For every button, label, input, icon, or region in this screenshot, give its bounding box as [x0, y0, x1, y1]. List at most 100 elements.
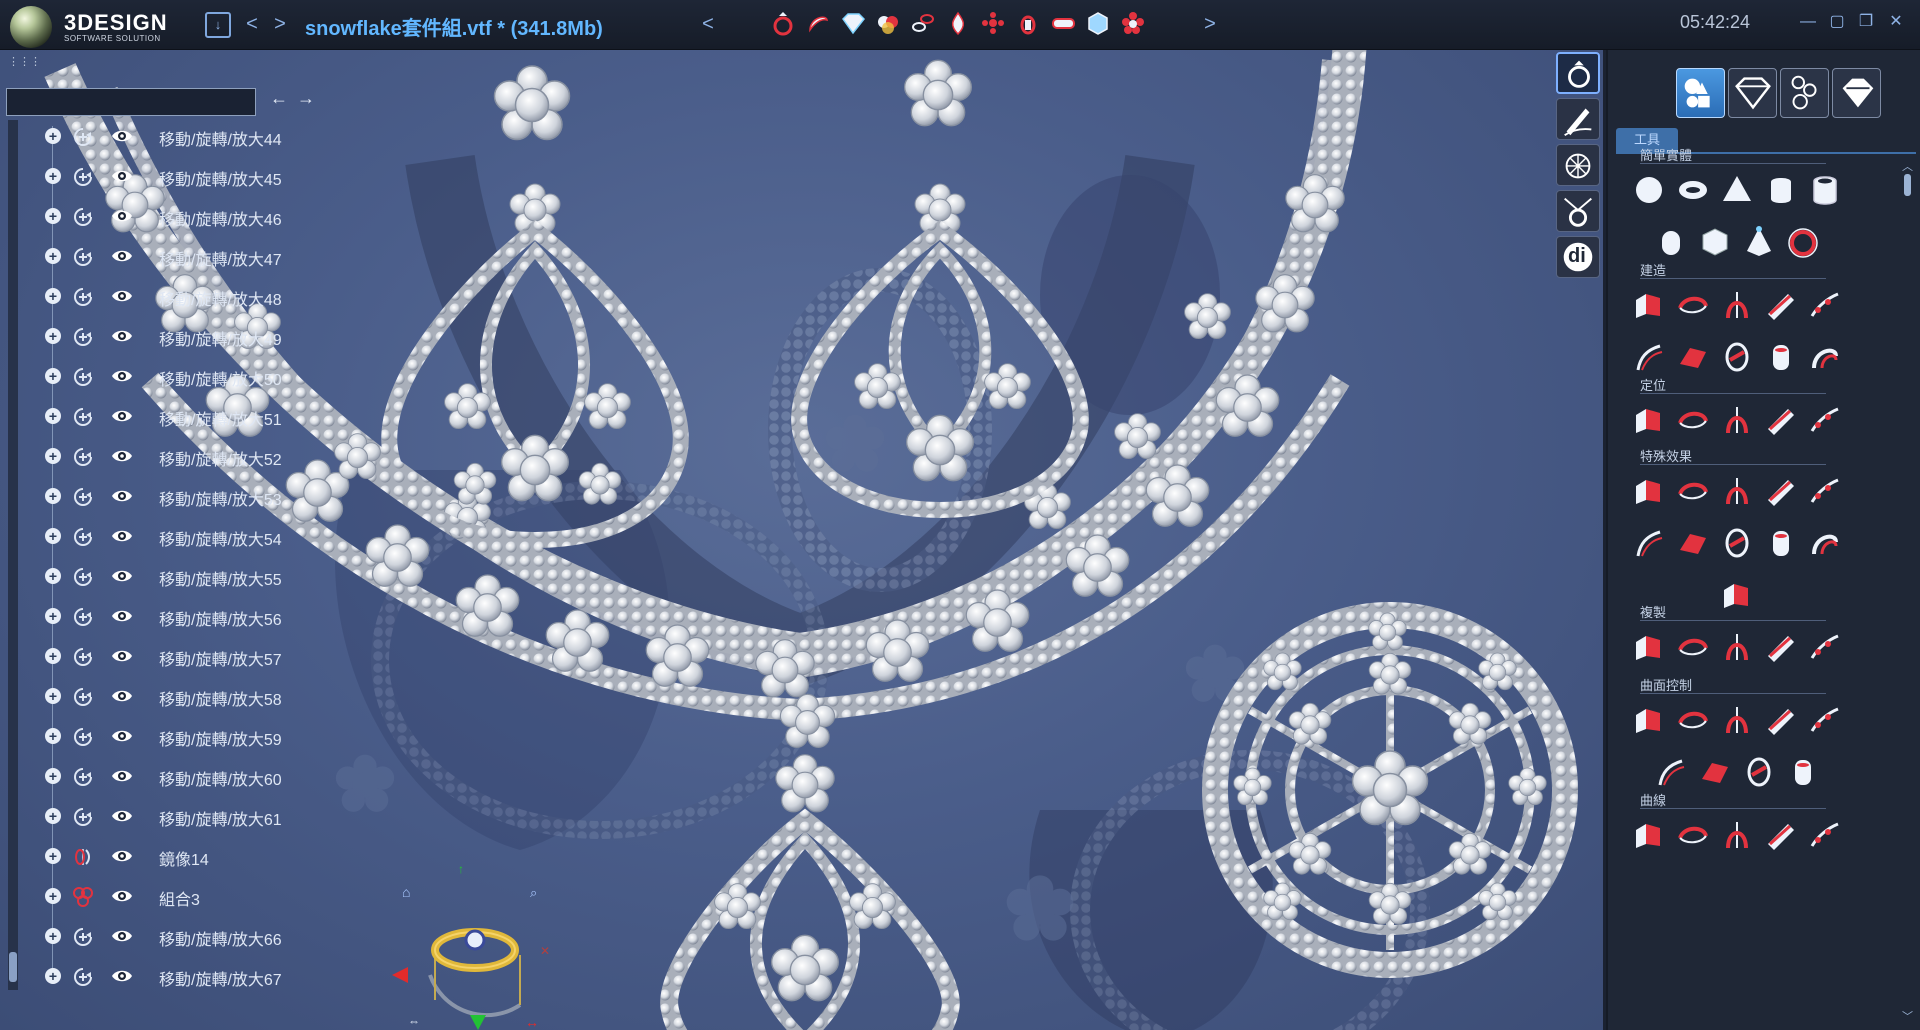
tree-row[interactable]: + 移動/旋轉/放大61 [0, 796, 300, 836]
cluster-icon[interactable] [980, 10, 1007, 37]
visibility-eye-icon[interactable] [111, 527, 133, 545]
align-gem-tool[interactable] [1720, 403, 1754, 437]
bend-tool[interactable] [1808, 474, 1842, 508]
visibility-eye-icon[interactable] [111, 567, 133, 585]
expand-icon[interactable]: + [45, 968, 61, 984]
tree-row[interactable]: + 移動/旋轉/放大47 [0, 236, 300, 276]
undo-back-button[interactable]: < [244, 12, 260, 36]
revolve-tool[interactable] [1720, 288, 1754, 322]
tree-row[interactable]: + 移動/旋轉/放大59 [0, 716, 300, 756]
expand-icon[interactable]: + [45, 288, 61, 304]
expand-icon[interactable]: + [45, 688, 61, 704]
scoop-tool[interactable] [1676, 703, 1710, 737]
visibility-eye-icon[interactable] [111, 927, 133, 945]
cylinder-tool[interactable] [1764, 173, 1798, 207]
transform-gizmo[interactable]: ⇔ ↔ ⌂ ⌕ ↑ ✕ [390, 855, 560, 1030]
box-icon[interactable] [1085, 10, 1112, 37]
gem-setting-tab[interactable] [1832, 68, 1881, 118]
grid-menu-icon[interactable]: ⋮⋮⋮ [8, 55, 41, 68]
tree-row[interactable]: + 移動/旋轉/放大60 [0, 756, 300, 796]
curve-sweep-tool[interactable] [1632, 340, 1666, 374]
multi-rail-tool[interactable] [1808, 288, 1842, 322]
line-array-tool[interactable] [1808, 630, 1842, 664]
visibility-eye-icon[interactable] [111, 807, 133, 825]
redo-forward-button[interactable]: > [272, 12, 288, 36]
align-view-tool[interactable] [1720, 578, 1754, 612]
pattern-box-tool[interactable] [1676, 474, 1710, 508]
expand-icon[interactable]: + [45, 848, 61, 864]
expand-icon[interactable]: + [45, 928, 61, 944]
sphere-tool[interactable] [1632, 173, 1666, 207]
visibility-eye-icon[interactable] [111, 247, 133, 265]
visibility-eye-icon[interactable] [111, 887, 133, 905]
grid-array-tool[interactable] [1720, 630, 1754, 664]
ring-icon[interactable] [770, 10, 797, 37]
visibility-eye-icon[interactable] [111, 167, 133, 185]
box-c-tool[interactable] [1808, 703, 1842, 737]
expand-icon[interactable]: + [45, 488, 61, 504]
sketch-mode-button[interactable] [1556, 98, 1600, 140]
tree-row[interactable]: + 移動/旋轉/放大46 [0, 196, 300, 236]
move-tool[interactable] [1632, 403, 1666, 437]
expand-icon[interactable]: + [45, 368, 61, 384]
tree-row[interactable]: + 移動/旋轉/放大44 [0, 116, 300, 156]
visibility-eye-icon[interactable] [111, 407, 133, 425]
expand-icon[interactable]: + [45, 728, 61, 744]
tube-tool[interactable] [1808, 173, 1842, 207]
loft-tool[interactable] [1764, 288, 1798, 322]
tree-row[interactable]: + 移動/旋轉/放大51 [0, 396, 300, 436]
tree-forward-button[interactable]: → [297, 88, 315, 109]
expand-icon[interactable]: + [45, 648, 61, 664]
curve-e-tool[interactable] [1808, 818, 1842, 852]
tree-row[interactable]: + 移動/旋轉/放大58 [0, 676, 300, 716]
flower-icon[interactable] [1120, 10, 1147, 37]
expand-icon[interactable]: + [45, 448, 61, 464]
circle-array-tool[interactable] [1764, 630, 1798, 664]
cube-tool[interactable] [1698, 225, 1732, 259]
band-icon[interactable] [1050, 10, 1077, 37]
visibility-eye-icon[interactable] [111, 447, 133, 465]
copy-circle-tool[interactable] [1632, 630, 1666, 664]
extrude-tool[interactable] [1632, 288, 1666, 322]
restore-button[interactable]: ❐ [1854, 10, 1878, 34]
deform-tool[interactable] [1698, 755, 1732, 789]
capsule-tool[interactable] [1654, 225, 1688, 259]
saucer-tool[interactable] [1764, 474, 1798, 508]
color-gems-icon[interactable] [875, 10, 902, 37]
tree-row[interactable]: + 移動/旋轉/放大66 [0, 916, 300, 956]
boolean-tool[interactable] [1632, 474, 1666, 508]
polyhedron-tool[interactable] [1808, 526, 1842, 560]
network-mode-button[interactable] [1556, 144, 1600, 186]
visibility-eye-icon[interactable] [111, 647, 133, 665]
shell-tool[interactable] [1720, 340, 1754, 374]
tree-back-button[interactable]: ← [270, 88, 288, 109]
visibility-eye-icon[interactable] [111, 327, 133, 345]
rotate-snap-tool[interactable] [1676, 403, 1710, 437]
tree-row[interactable]: + 移動/旋轉/放大67 [0, 956, 300, 996]
visibility-eye-icon[interactable] [111, 847, 133, 865]
di-mode-button[interactable]: di [1556, 236, 1600, 278]
mesh-grid-tool[interactable] [1720, 526, 1754, 560]
bracelet-icon[interactable] [805, 10, 832, 37]
expand-icon[interactable]: + [45, 248, 61, 264]
icons-scroll-right-button[interactable]: > [1202, 12, 1218, 36]
surface-patch-tool[interactable] [1676, 340, 1710, 374]
expand-icon[interactable]: + [45, 168, 61, 184]
box-b-tool[interactable] [1764, 703, 1798, 737]
minimize-button[interactable]: — [1796, 10, 1820, 34]
drop-icon[interactable] [945, 10, 972, 37]
tree-row[interactable]: + 移動/旋轉/放大55 [0, 556, 300, 596]
expand-icon[interactable]: + [45, 888, 61, 904]
gem-tab[interactable] [1728, 68, 1777, 118]
visibility-eye-icon[interactable] [111, 727, 133, 745]
tree-row[interactable]: + 移動/旋轉/放大53 [0, 476, 300, 516]
tree-row[interactable]: + 移動/旋轉/放大49 [0, 316, 300, 356]
visibility-eye-icon[interactable] [111, 687, 133, 705]
tree-row[interactable]: + 移動/旋轉/放大50 [0, 356, 300, 396]
gem-icon[interactable] [840, 10, 867, 37]
spin-tool[interactable] [1654, 755, 1688, 789]
icons-scroll-left-button[interactable]: < [700, 12, 716, 36]
pendant-mode-button[interactable] [1556, 190, 1600, 232]
color-merge-tool[interactable] [1676, 526, 1710, 560]
expand-icon[interactable]: + [45, 808, 61, 824]
